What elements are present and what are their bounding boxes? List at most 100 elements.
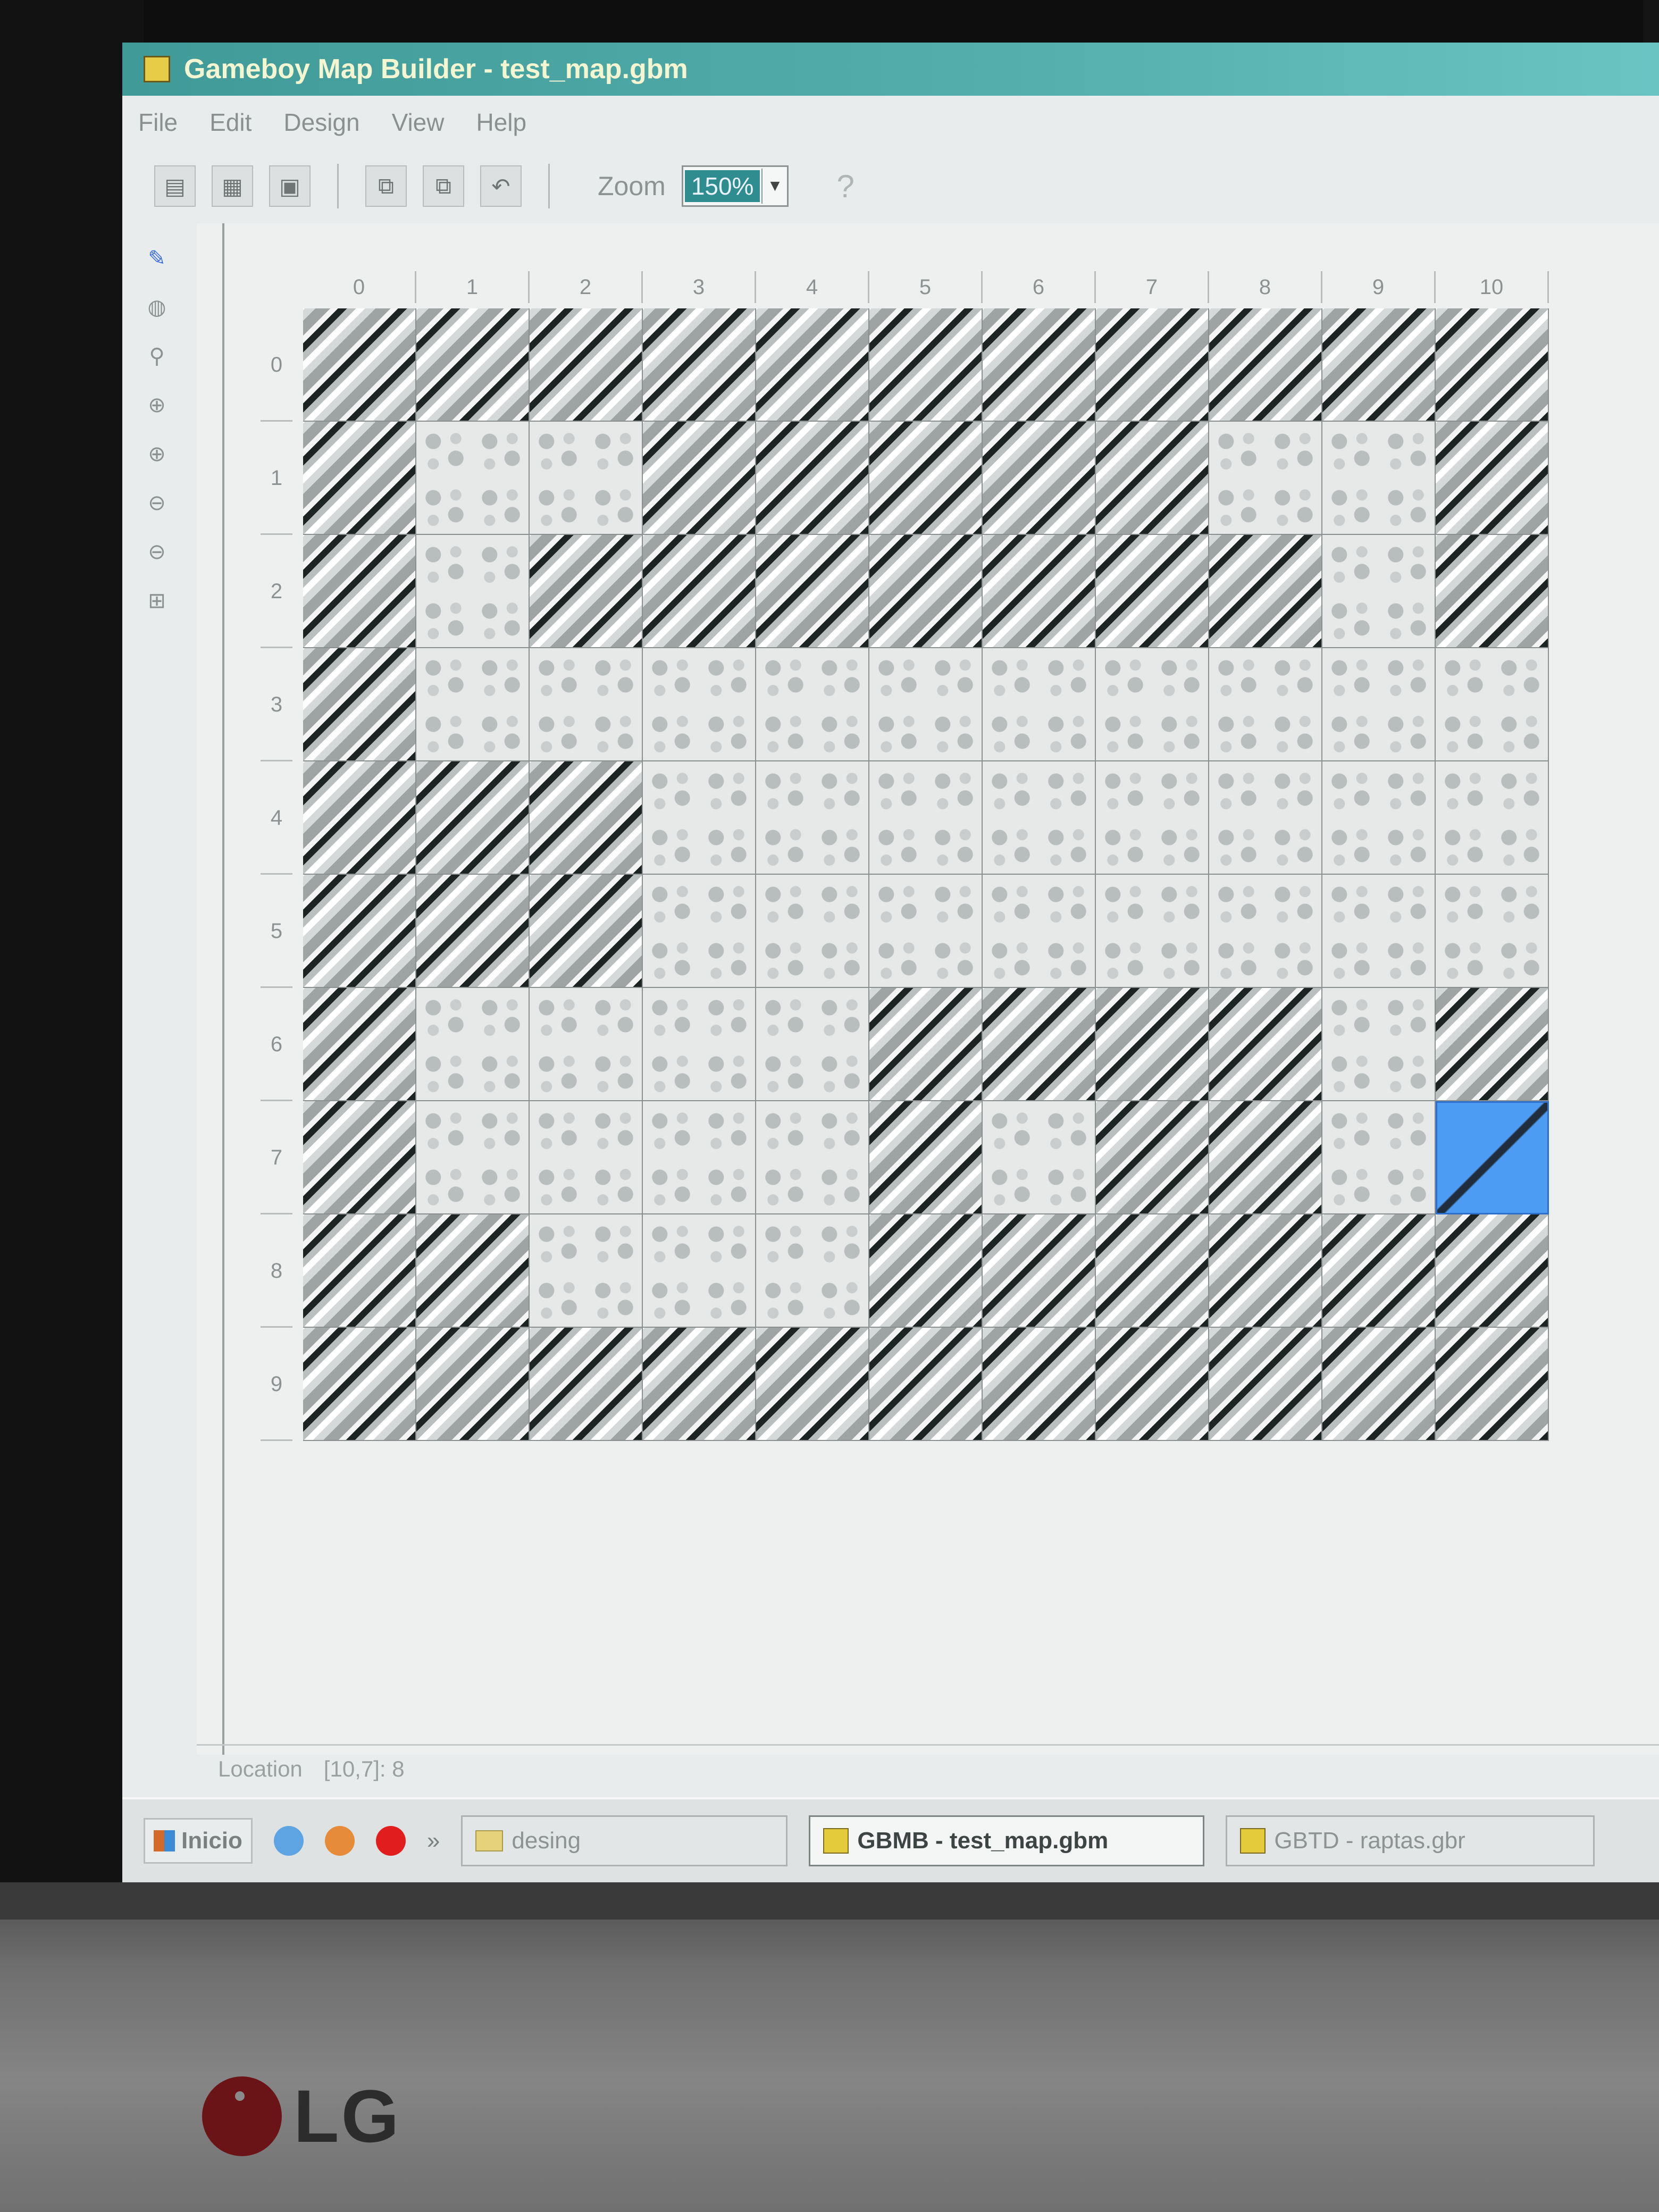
pencil-tool-icon[interactable]: ✎ [144, 245, 170, 272]
delete-row-icon[interactable]: ⊖ [144, 489, 170, 517]
map-tile[interactable] [416, 1328, 530, 1441]
task-gbmb[interactable]: GBMB - test_map.gbm [809, 1815, 1205, 1866]
map-tile[interactable] [1209, 648, 1322, 761]
map-tile[interactable] [1322, 308, 1436, 422]
map-tile[interactable] [303, 875, 416, 988]
map-tile[interactable] [530, 761, 643, 875]
map-tile[interactable] [643, 1214, 756, 1328]
map-tile[interactable] [416, 535, 530, 648]
map-tile[interactable] [416, 648, 530, 761]
insert-column-icon[interactable]: ⊕ [144, 440, 170, 468]
map-tile[interactable] [643, 1328, 756, 1441]
save-icon[interactable]: ▦ [212, 165, 253, 207]
menu-file[interactable]: File [138, 108, 178, 137]
map-tile[interactable] [756, 535, 869, 648]
map-tile[interactable] [643, 761, 756, 875]
map-tile[interactable] [1209, 308, 1322, 422]
map-tile[interactable] [1209, 1101, 1322, 1214]
map-tile[interactable] [416, 761, 530, 875]
map-tile[interactable] [416, 308, 530, 422]
map-tile[interactable] [983, 422, 1096, 535]
map-tile[interactable] [530, 422, 643, 535]
map-tile[interactable] [643, 1101, 756, 1214]
map-tile[interactable] [756, 422, 869, 535]
map-tile[interactable] [756, 988, 869, 1101]
map-tile[interactable] [1209, 1214, 1322, 1328]
map-tile[interactable] [869, 535, 983, 648]
map-tile[interactable] [303, 988, 416, 1101]
map-tile[interactable] [1322, 1101, 1436, 1214]
map-tile[interactable] [1096, 648, 1209, 761]
zoom-select[interactable]: 150% ▼ [681, 165, 789, 207]
map-tile[interactable] [1322, 875, 1436, 988]
map-tile[interactable] [530, 1214, 643, 1328]
paste-icon[interactable]: ⧉ [423, 165, 464, 207]
map-tile[interactable] [643, 422, 756, 535]
map-tile[interactable] [983, 1101, 1096, 1214]
map-tile[interactable] [1436, 535, 1549, 648]
map-tile[interactable] [1209, 535, 1322, 648]
map-tile[interactable] [1436, 1214, 1549, 1328]
export-icon[interactable]: ▣ [269, 165, 311, 207]
map-tile[interactable] [303, 648, 416, 761]
map-tile[interactable] [530, 1328, 643, 1441]
map-tile[interactable] [1209, 1328, 1322, 1441]
map-tile[interactable] [869, 875, 983, 988]
map-tile[interactable] [1209, 875, 1322, 988]
title-bar[interactable]: Gameboy Map Builder - test_map.gbm [122, 43, 1659, 96]
map-tile[interactable] [869, 761, 983, 875]
map-tile[interactable] [983, 308, 1096, 422]
map-tile[interactable] [643, 535, 756, 648]
map-tile[interactable] [869, 422, 983, 535]
map-tile[interactable] [983, 761, 1096, 875]
map-tile[interactable] [1209, 761, 1322, 875]
map-tile[interactable] [530, 648, 643, 761]
map-tile[interactable] [983, 1328, 1096, 1441]
start-button[interactable]: Inicio [144, 1818, 253, 1864]
browser-icon[interactable] [273, 1826, 304, 1856]
copy-icon[interactable]: ⧉ [365, 165, 407, 207]
map-tile[interactable] [643, 988, 756, 1101]
fill-tool-icon[interactable]: ◍ [144, 294, 170, 321]
selected-map-tile[interactable] [1436, 1101, 1549, 1214]
map-work-area[interactable]: 0 1 2 3 4 5 6 7 8 9 10 0123456789 [197, 223, 1659, 1755]
map-tile[interactable] [756, 761, 869, 875]
map-tile[interactable] [1096, 875, 1209, 988]
map-tile[interactable] [983, 648, 1096, 761]
map-tile[interactable] [1096, 761, 1209, 875]
task-desing[interactable]: desing [461, 1815, 788, 1866]
map-tile[interactable] [1322, 761, 1436, 875]
map-tile[interactable] [756, 875, 869, 988]
map-tile[interactable] [416, 875, 530, 988]
map-tile[interactable] [643, 308, 756, 422]
map-tile[interactable] [303, 1101, 416, 1214]
map-tile[interactable] [1096, 535, 1209, 648]
map-tile[interactable] [530, 875, 643, 988]
map-tile[interactable] [1436, 648, 1549, 761]
map-tile[interactable] [643, 648, 756, 761]
map-tile[interactable] [303, 422, 416, 535]
map-tile[interactable] [303, 1214, 416, 1328]
map-tile[interactable] [416, 1101, 530, 1214]
map-tile[interactable] [1322, 1328, 1436, 1441]
map-tile[interactable] [983, 535, 1096, 648]
map-tile[interactable] [869, 1101, 983, 1214]
insert-row-icon[interactable]: ⊕ [144, 391, 170, 419]
map-tile[interactable] [303, 761, 416, 875]
opera-icon[interactable] [375, 1826, 406, 1856]
menu-design[interactable]: Design [283, 108, 359, 137]
quicklaunch-more[interactable]: » [427, 1828, 440, 1854]
map-tile[interactable] [1209, 422, 1322, 535]
map-tile[interactable] [1322, 648, 1436, 761]
firefox-icon[interactable] [324, 1826, 355, 1856]
map-tile[interactable] [756, 1328, 869, 1441]
map-tile[interactable] [1322, 1214, 1436, 1328]
menu-edit[interactable]: Edit [210, 108, 252, 137]
map-tile[interactable] [1436, 761, 1549, 875]
map-tile[interactable] [869, 988, 983, 1101]
map-tile[interactable] [869, 308, 983, 422]
map-tile[interactable] [869, 648, 983, 761]
map-tile[interactable] [530, 988, 643, 1101]
chevron-down-icon[interactable]: ▼ [761, 169, 787, 204]
map-tile[interactable] [983, 988, 1096, 1101]
